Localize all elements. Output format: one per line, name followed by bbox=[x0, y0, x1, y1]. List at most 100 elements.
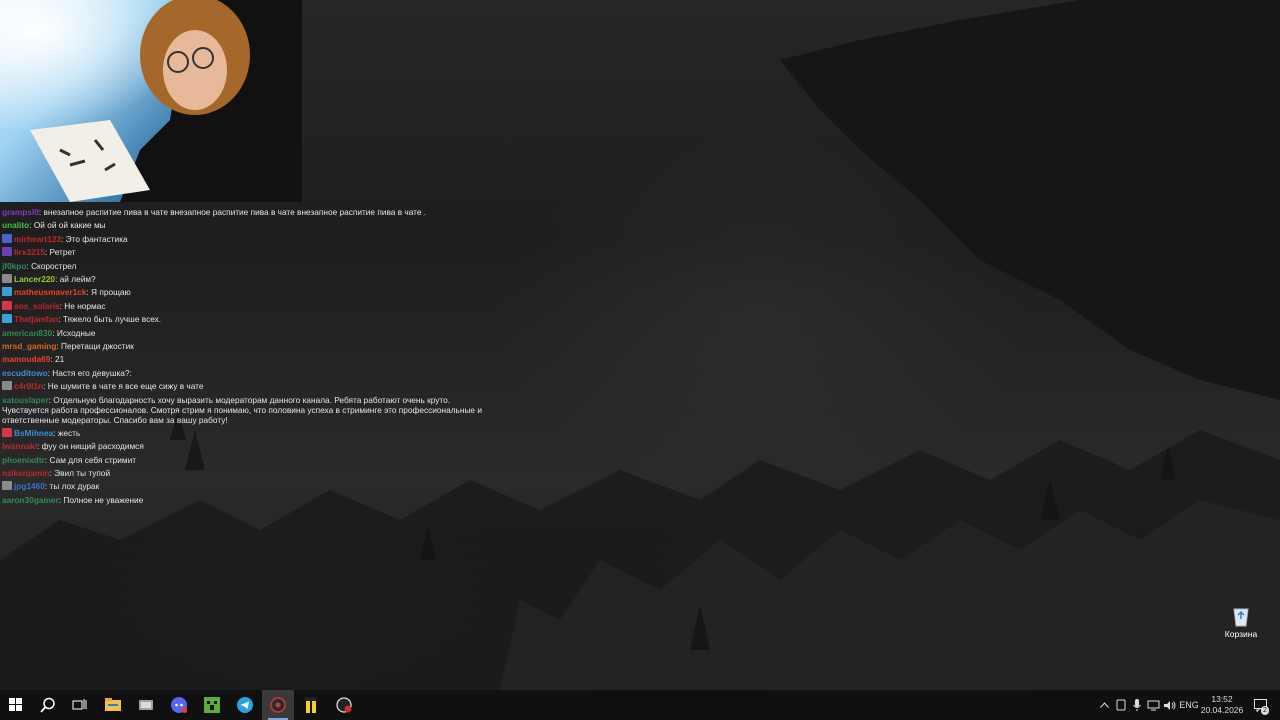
chat-message: Lancer220: ай лейм? bbox=[2, 273, 502, 286]
chat-username: grampsl0 bbox=[2, 207, 39, 217]
chat-badge-icon bbox=[2, 481, 12, 491]
chat-message: matheusmaver1ck: Я прощаю bbox=[2, 286, 502, 299]
clock-time: 13:52 bbox=[1211, 694, 1233, 704]
chat-message: phoenixdtr: Сам для себя стримит bbox=[2, 454, 502, 467]
chat-message: sos_solaris: Не нормас bbox=[2, 300, 502, 313]
taskbar-discord[interactable] bbox=[163, 690, 195, 720]
chat-message: mrsd_gaming: Перетащи джостик bbox=[2, 340, 502, 353]
tray-volume-button[interactable] bbox=[1162, 690, 1176, 720]
chat-username: lirx3215 bbox=[14, 247, 45, 258]
illustration-graphic bbox=[0, 0, 302, 202]
show-hidden-icons-button[interactable] bbox=[1097, 690, 1111, 720]
chat-username: satouslaper bbox=[2, 394, 49, 405]
search-button[interactable] bbox=[32, 690, 64, 720]
task-view-button[interactable] bbox=[64, 690, 96, 720]
chat-username: Thatjamfan bbox=[14, 314, 59, 325]
taskbar-file-explorer[interactable] bbox=[97, 690, 129, 720]
file-explorer-icon bbox=[105, 698, 121, 711]
chat-text: Не шумите в чате я все еще сижу в чате bbox=[47, 381, 204, 392]
chat-message: c4r0l1n: Не шумите в чате я все еще сижу… bbox=[2, 380, 502, 393]
chat-username: mirheart123 bbox=[14, 233, 62, 244]
taskbar-telegram[interactable] bbox=[229, 690, 261, 720]
speaker-icon bbox=[1163, 700, 1175, 710]
telegram-icon bbox=[237, 697, 253, 713]
chat-message: american830: Исходные bbox=[2, 327, 502, 340]
chat-text: Сам для себя стримит bbox=[49, 454, 137, 465]
desktop-wallpaper: grampsl0: внезапное распитие пива в чате… bbox=[0, 0, 1280, 690]
webcam-overlay-illustration bbox=[0, 0, 302, 202]
chat-text: жесть bbox=[57, 427, 81, 438]
chat-badge-icon bbox=[2, 287, 12, 297]
chat-text: Перетащи джостик bbox=[61, 341, 134, 352]
chat-message: mamouda69: 21 bbox=[2, 353, 502, 366]
chat-text: Ой ой ой какие мы bbox=[33, 220, 106, 231]
tray-language-button[interactable]: ENG bbox=[1178, 690, 1200, 720]
chat-message: BsMihnea: жесть bbox=[2, 427, 502, 440]
chat-username: american830 bbox=[2, 327, 53, 338]
chat-badge-icon bbox=[2, 427, 12, 437]
taskbar-minecraft[interactable] bbox=[196, 690, 228, 720]
taskbar-app[interactable] bbox=[130, 690, 162, 720]
chat-text: ты лох дурак bbox=[49, 481, 100, 492]
app-icon bbox=[139, 700, 153, 710]
chat-username: BsMihnea bbox=[14, 427, 54, 438]
chat-message: mirheart123: Это фантастика bbox=[2, 233, 502, 246]
chat-username: nzikenjamin bbox=[2, 467, 50, 478]
taskbar-app-red[interactable] bbox=[328, 690, 360, 720]
chat-text: внезапное распитие пива в чате внезапное… bbox=[43, 207, 427, 217]
app-red-icon bbox=[336, 697, 352, 713]
chat-message: lirx3215: Ретрет bbox=[2, 246, 502, 259]
chat-text: Полное не уважение bbox=[63, 494, 144, 505]
chat-username: mrsd_gaming bbox=[2, 341, 57, 352]
tray-device-button[interactable] bbox=[1114, 690, 1128, 720]
chat-badge-icon bbox=[2, 381, 12, 391]
chat-message: escuditowo: Настя его девушка?: bbox=[2, 367, 502, 380]
app-yellow-icon bbox=[305, 697, 317, 713]
chat-username: matheusmaver1ck bbox=[14, 287, 87, 298]
chat-text: Ретрет bbox=[49, 247, 76, 258]
minecraft-icon bbox=[204, 697, 220, 713]
chevron-up-icon bbox=[1099, 702, 1109, 708]
tray-network-button[interactable] bbox=[1146, 690, 1160, 720]
chat-username: Lancer220 bbox=[14, 274, 56, 285]
discord-icon bbox=[171, 697, 187, 713]
chat-username: phoenixdtr bbox=[2, 454, 45, 465]
chat-message: lwannaki: фуу он нищий расходимся bbox=[2, 440, 502, 453]
chat-text: Эвил ты тупой bbox=[54, 467, 111, 478]
notification-count-badge: 2 bbox=[1261, 706, 1269, 715]
start-button[interactable] bbox=[0, 690, 32, 720]
chat-username: jf0kpo bbox=[2, 260, 27, 271]
taskbar-app-yellow[interactable] bbox=[295, 690, 327, 720]
chat-text: Не нормас bbox=[64, 300, 106, 311]
taskbar-obs[interactable] bbox=[262, 690, 294, 720]
search-icon bbox=[40, 697, 55, 713]
microphone-icon bbox=[1133, 699, 1141, 711]
chat-username: mamouda69 bbox=[2, 354, 51, 365]
network-icon bbox=[1147, 700, 1159, 710]
chat-message: unalito: Ой ой ой какие мы bbox=[2, 219, 502, 232]
chat-text: ай лейм? bbox=[59, 274, 96, 285]
chat-text: Это фантастика bbox=[65, 233, 128, 244]
notifications-button[interactable]: 2 bbox=[1250, 690, 1272, 720]
chat-text: Я прощаю bbox=[91, 287, 131, 298]
chat-message: jf0kpo: Скорострел bbox=[2, 260, 502, 273]
chat-message: aaron30gamer: Полное не уважение bbox=[2, 494, 502, 507]
tray-microphone-button[interactable] bbox=[1130, 690, 1144, 720]
chat-message: Thatjamfan: Тяжело быть лучше всех. bbox=[2, 313, 502, 326]
chat-badge-icon bbox=[2, 247, 12, 257]
chat-text: Тяжело быть лучше всех. bbox=[62, 314, 162, 325]
recycle-bin-shortcut[interactable]: Корзина bbox=[1222, 605, 1260, 639]
chat-text: фуу он нищий расходимся bbox=[41, 441, 144, 452]
obs-icon bbox=[270, 697, 286, 713]
chat-username: unalito bbox=[2, 220, 30, 231]
recycle-bin-label: Корзина bbox=[1224, 629, 1258, 639]
chat-badge-icon bbox=[2, 300, 12, 310]
chat-username: aaron30gamer bbox=[2, 494, 59, 505]
task-view-icon bbox=[72, 699, 87, 710]
chat-message: satouslaper: Отдельную благодарность хоч… bbox=[2, 394, 492, 427]
tray-clock[interactable]: 13:52 20.04.2026 bbox=[1200, 690, 1244, 720]
chat-username: jpg1460 bbox=[14, 481, 45, 492]
chat-username: escuditowo bbox=[2, 367, 48, 378]
chat-username: sos_solaris bbox=[14, 300, 60, 311]
device-icon bbox=[1116, 699, 1126, 711]
